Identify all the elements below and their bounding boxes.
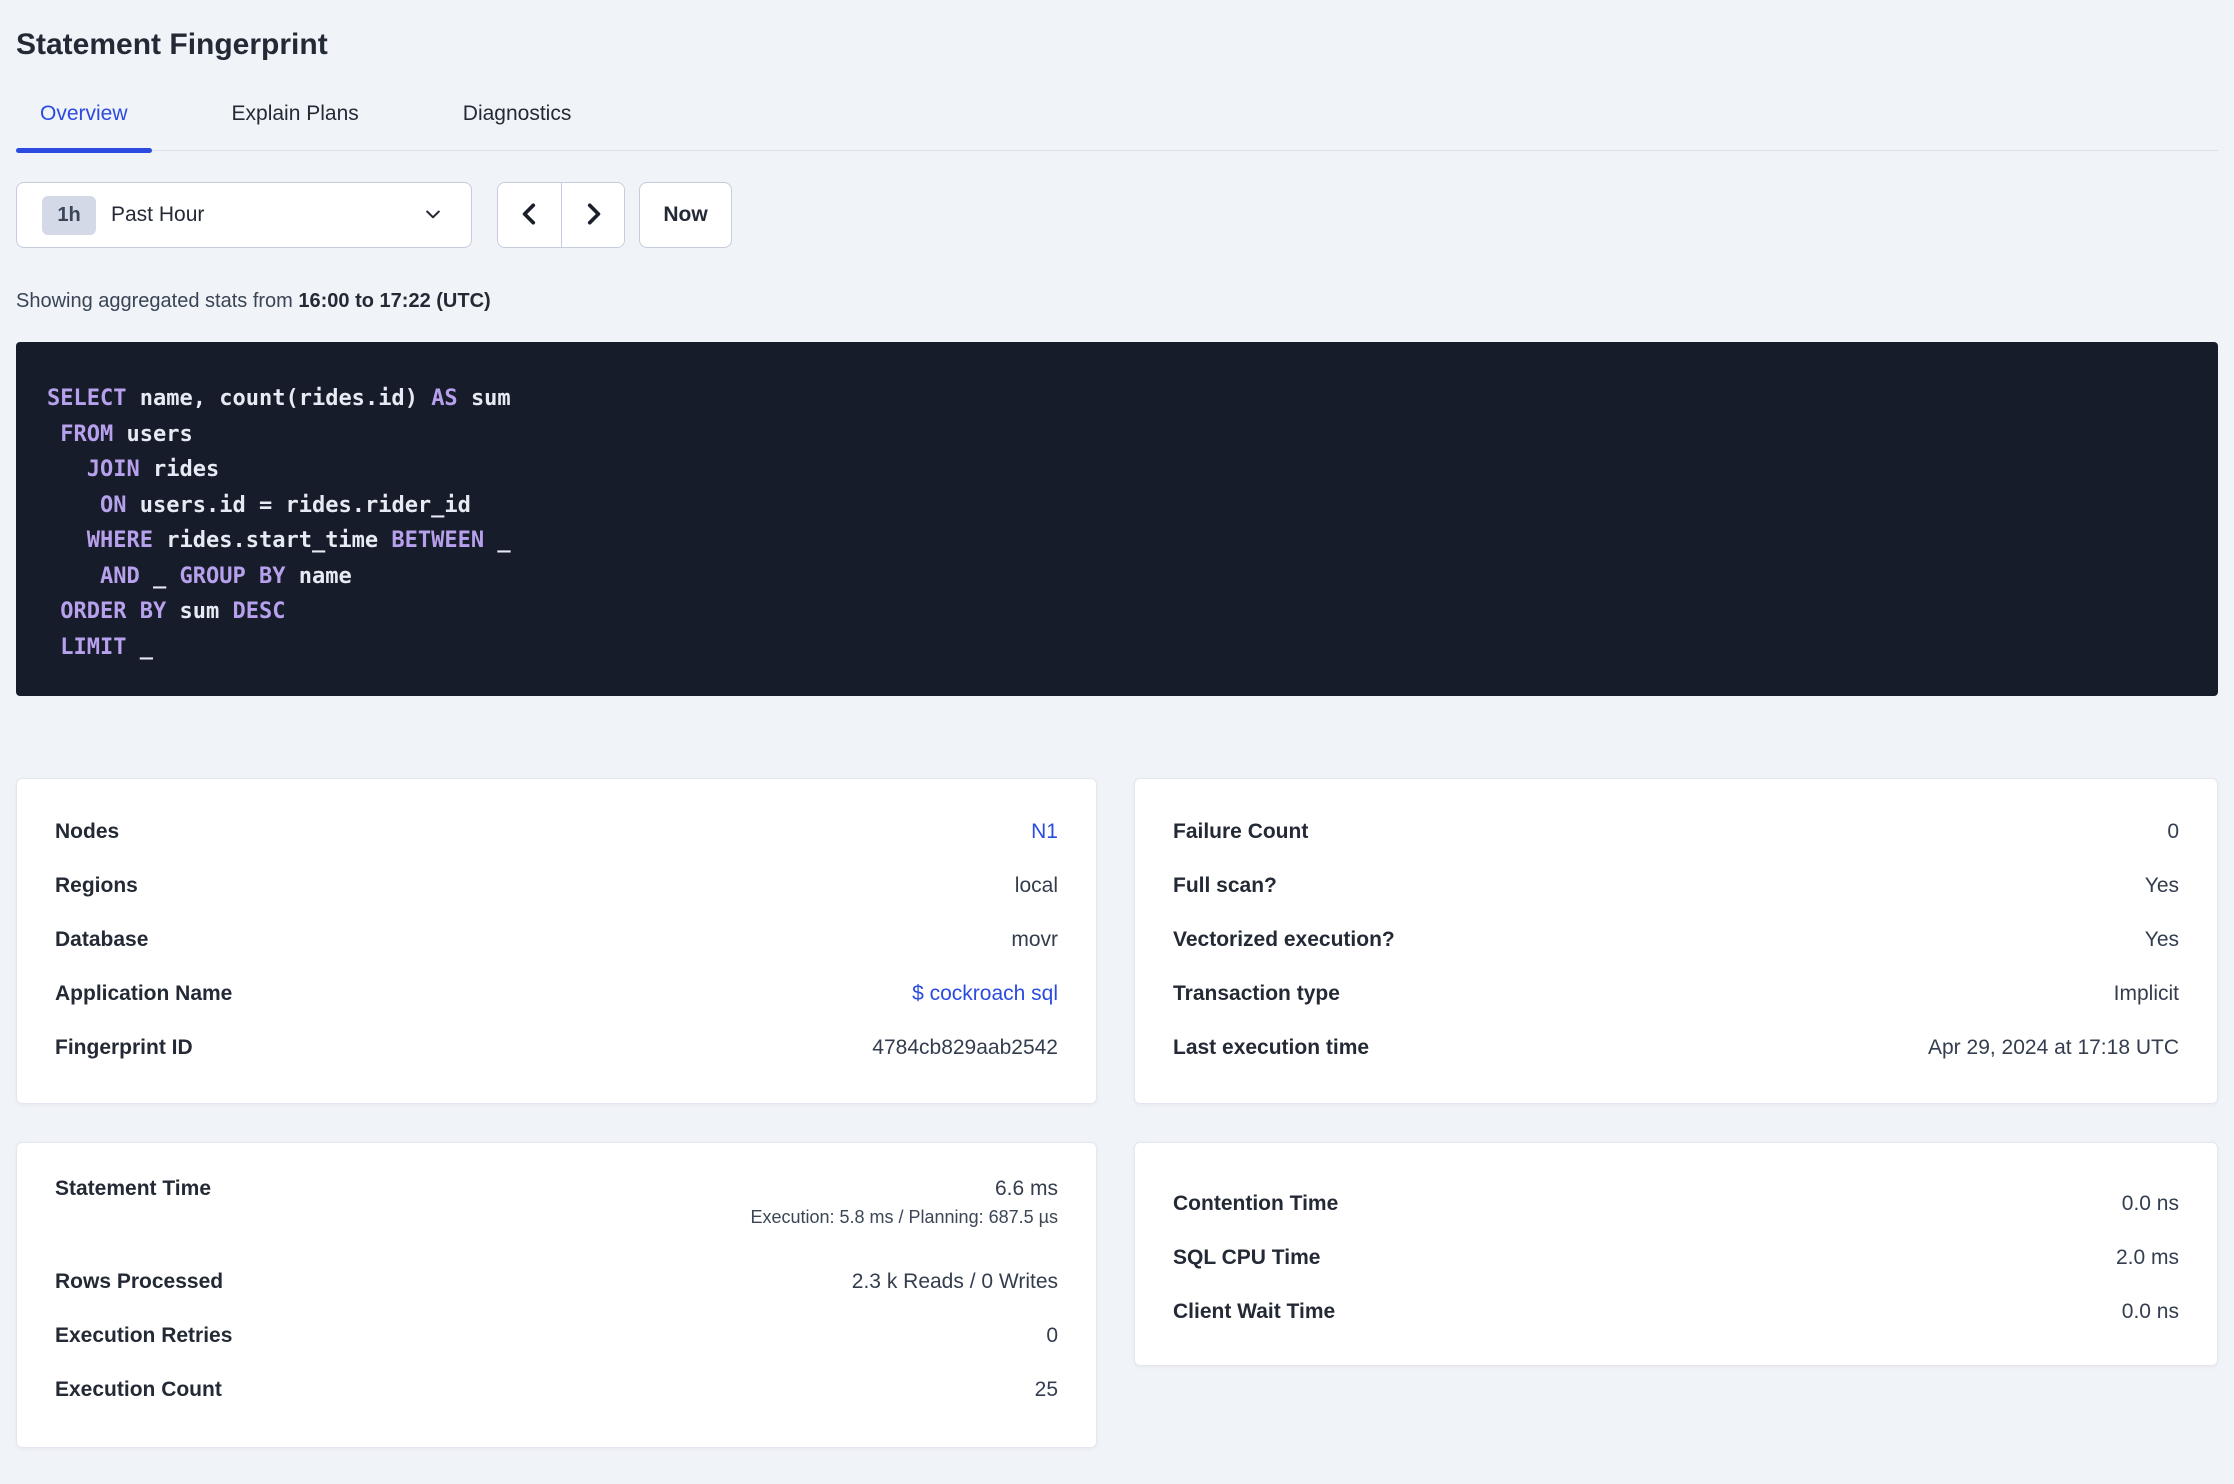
tab-bar: Overview Explain Plans Diagnostics bbox=[16, 101, 2218, 153]
aggregated-stats-caption: Showing aggregated stats from 16:00 to 1… bbox=[16, 288, 2218, 314]
sql-statement-box: SELECT name, count(rides.id) AS sum FROM… bbox=[16, 342, 2218, 696]
row-value: Implicit bbox=[2113, 982, 2179, 1005]
row-subvalue: Execution: 5.8 ms / Planning: 687.5 µs bbox=[750, 1207, 1058, 1227]
stat-row-sql-cpu-time: SQL CPU Time 2.0 ms bbox=[1173, 1231, 2179, 1285]
row-label: Fingerprint ID bbox=[55, 1036, 193, 1059]
row-label: Execution Retries bbox=[55, 1324, 233, 1347]
stat-row-regions: Regions local bbox=[55, 859, 1058, 913]
row-value: Apr 29, 2024 at 17:18 UTC bbox=[1928, 1036, 2179, 1059]
row-value: movr bbox=[1011, 928, 1058, 951]
card-wait-times: Contention Time 0.0 ns SQL CPU Time 2.0 … bbox=[1134, 1142, 2218, 1366]
row-label: Statement Time bbox=[55, 1177, 211, 1200]
time-toolbar: 1h Past Hour Now bbox=[16, 182, 2218, 248]
row-value: 2.3 k Reads / 0 Writes bbox=[851, 1270, 1058, 1293]
caption-time-range: 16:00 to 17:22 (UTC) bbox=[298, 290, 491, 312]
row-label: Full scan? bbox=[1173, 874, 1277, 897]
caption-prefix: Showing aggregated stats from bbox=[16, 290, 299, 312]
stat-row-full-scan: Full scan? Yes bbox=[1173, 859, 2179, 913]
row-value: 2.0 ms bbox=[2115, 1246, 2179, 1269]
time-range-badge: 1h bbox=[42, 195, 96, 235]
row-value: Yes bbox=[2144, 874, 2179, 897]
row-label: Vectorized execution? bbox=[1173, 928, 1395, 951]
application-name-link[interactable]: $ cockroach sql bbox=[912, 982, 1058, 1006]
row-value: local bbox=[1014, 874, 1058, 897]
stat-row-application-name: Application Name $ cockroach sql bbox=[55, 967, 1058, 1021]
stat-row-fingerprint-id: Fingerprint ID 4784cb829aab2542 bbox=[55, 1021, 1058, 1075]
row-label: Execution Count bbox=[55, 1378, 222, 1401]
time-range-dropdown[interactable]: 1h Past Hour bbox=[16, 182, 472, 248]
nodes-link[interactable]: N1 bbox=[1031, 820, 1058, 844]
stat-row-client-wait-time: Client Wait Time 0.0 ns bbox=[1173, 1285, 2179, 1339]
row-label: Transaction type bbox=[1173, 982, 1340, 1005]
statement-fingerprint-page: Statement Fingerprint Overview Explain P… bbox=[0, 26, 2234, 1484]
card-statement-metadata: Nodes N1 Regions local Database movr App… bbox=[16, 778, 1097, 1104]
next-range-button[interactable] bbox=[561, 183, 624, 247]
row-label: Regions bbox=[55, 874, 138, 897]
row-label: Contention Time bbox=[1173, 1192, 1339, 1215]
stat-row-last-execution-time: Last execution time Apr 29, 2024 at 17:1… bbox=[1173, 1021, 2179, 1075]
now-button[interactable]: Now bbox=[639, 182, 732, 248]
stat-row-failure-count: Failure Count 0 bbox=[1173, 805, 2179, 859]
chevron-right-icon bbox=[580, 201, 606, 230]
row-label: Last execution time bbox=[1173, 1036, 1370, 1059]
row-value: 0 bbox=[1046, 1324, 1058, 1347]
summary-cards: Nodes N1 Regions local Database movr App… bbox=[16, 778, 2218, 1448]
card-statement-times: Statement Time 6.6 ms Execution: 5.8 ms … bbox=[16, 1142, 1097, 1448]
row-value: 0 bbox=[2167, 820, 2179, 843]
time-range-pager bbox=[497, 182, 625, 248]
page-title: Statement Fingerprint bbox=[16, 28, 328, 61]
tab-explain-plans[interactable]: Explain Plans bbox=[208, 101, 383, 150]
time-range-label: Past Hour bbox=[111, 203, 205, 226]
row-value: 0.0 ns bbox=[2121, 1192, 2179, 1215]
row-label: Database bbox=[55, 928, 149, 951]
row-value: 0.0 ns bbox=[2121, 1300, 2179, 1323]
row-label: Failure Count bbox=[1173, 820, 1309, 843]
row-value-stack: 6.6 ms Execution: 5.8 ms / Planning: 687… bbox=[750, 1177, 1058, 1228]
row-label: Rows Processed bbox=[55, 1270, 224, 1293]
row-label: Nodes bbox=[55, 820, 120, 843]
row-value: 6.6 ms bbox=[994, 1177, 1058, 1200]
stat-row-nodes: Nodes N1 bbox=[55, 805, 1058, 859]
stat-row-rows-processed: Rows Processed 2.3 k Reads / 0 Writes bbox=[55, 1255, 1058, 1309]
stat-row-contention-time: Contention Time 0.0 ns bbox=[1173, 1177, 2179, 1231]
chevron-left-icon bbox=[517, 201, 543, 230]
stat-row-vectorized-execution: Vectorized execution? Yes bbox=[1173, 913, 2179, 967]
row-label: Application Name bbox=[55, 982, 233, 1005]
row-value: 4784cb829aab2542 bbox=[872, 1036, 1058, 1059]
row-value: 25 bbox=[1034, 1378, 1058, 1401]
tab-diagnostics[interactable]: Diagnostics bbox=[439, 101, 596, 150]
chevron-down-icon bbox=[423, 204, 443, 227]
stat-row-transaction-type: Transaction type Implicit bbox=[1173, 967, 2179, 1021]
stat-row-execution-retries: Execution Retries 0 bbox=[55, 1309, 1058, 1363]
stat-row-database: Database movr bbox=[55, 913, 1058, 967]
row-value: Yes bbox=[2144, 928, 2179, 951]
stat-row-execution-count: Execution Count 25 bbox=[55, 1363, 1058, 1417]
tab-overview[interactable]: Overview bbox=[16, 101, 152, 153]
prev-range-button[interactable] bbox=[498, 183, 561, 247]
row-label: SQL CPU Time bbox=[1173, 1246, 1321, 1269]
card-execution-attributes: Failure Count 0 Full scan? Yes Vectorize… bbox=[1134, 778, 2218, 1104]
row-label: Client Wait Time bbox=[1173, 1300, 1336, 1323]
stat-row-statement-time: Statement Time 6.6 ms Execution: 5.8 ms … bbox=[55, 1177, 1058, 1255]
